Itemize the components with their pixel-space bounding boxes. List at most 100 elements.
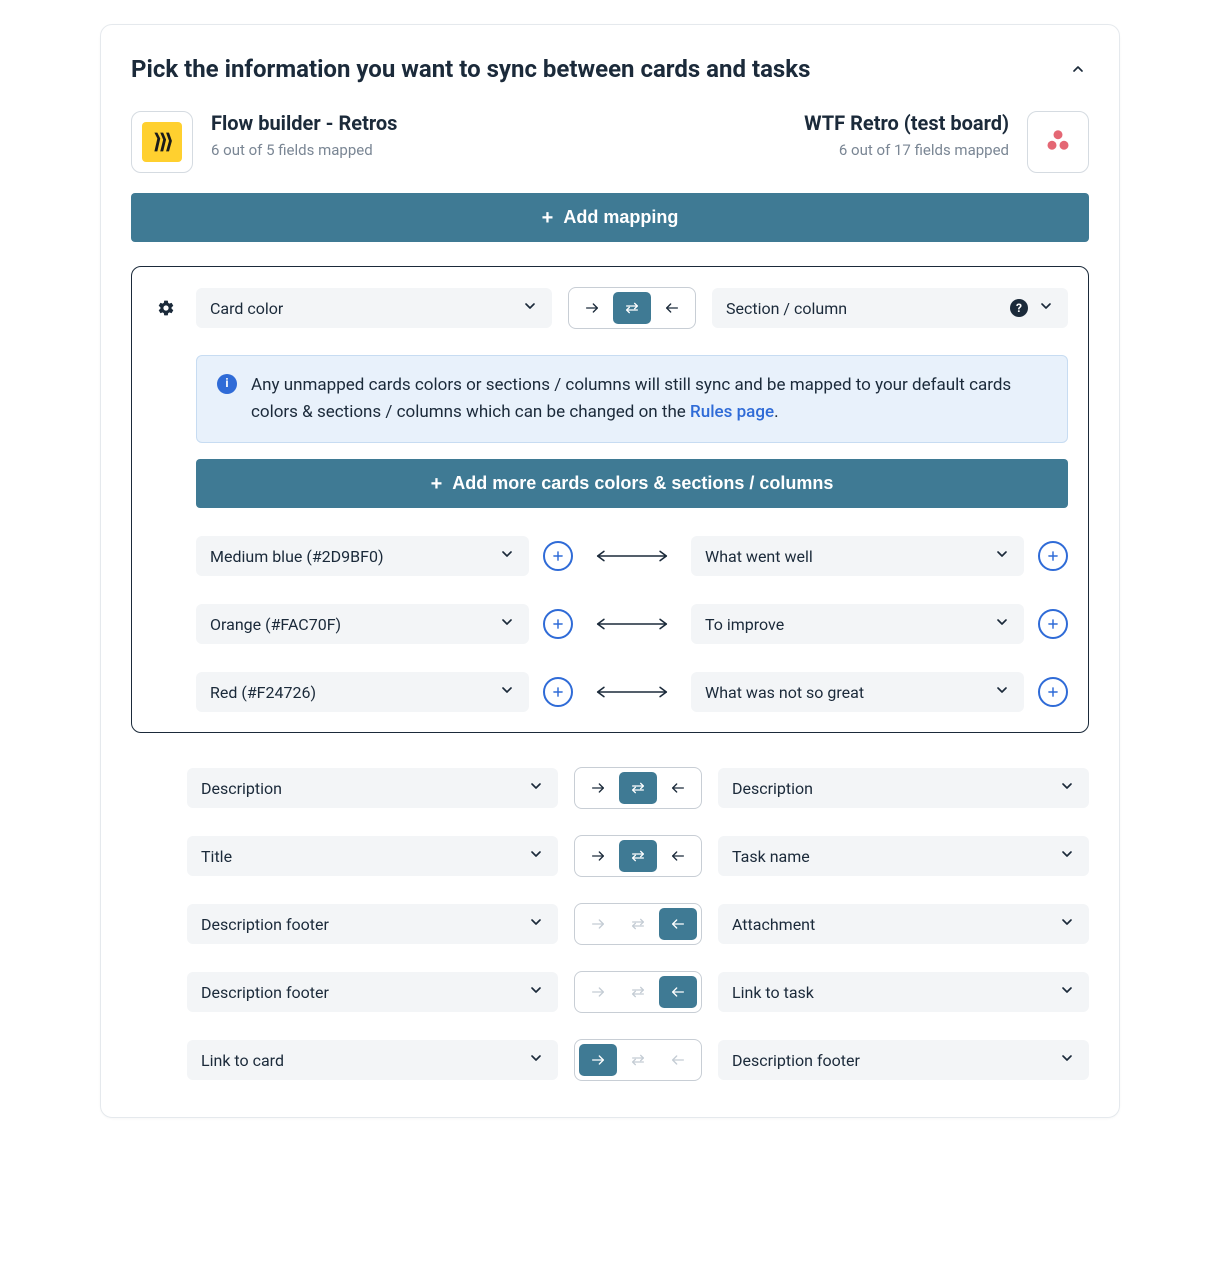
- color-right-field[interactable]: To improve: [691, 604, 1024, 644]
- color-mapping-rows: Medium blue (#2D9BF0) What went well Orang…: [152, 536, 1068, 712]
- plus-icon: +: [431, 474, 443, 494]
- add-more-colors-label: Add more cards colors & sections / colum…: [452, 473, 833, 494]
- add-mapping-label: Add mapping: [563, 207, 678, 228]
- chevron-down-icon: [522, 298, 538, 318]
- add-left-value[interactable]: [543, 609, 573, 639]
- page-title: Pick the information you want to sync be…: [131, 55, 810, 83]
- chevron-down-icon: [994, 682, 1010, 702]
- add-right-value[interactable]: [1038, 677, 1068, 707]
- panel-left-field[interactable]: Card color: [196, 288, 552, 328]
- direction-to-right[interactable]: [579, 976, 617, 1008]
- title-row: Pick the information you want to sync be…: [131, 55, 1089, 83]
- direction-switch: [574, 835, 702, 877]
- direction-switch: [574, 767, 702, 809]
- bidirectional-arrow-icon: [587, 549, 677, 563]
- chevron-down-icon: [994, 546, 1010, 566]
- mapping-left-field[interactable]: Title: [187, 836, 558, 876]
- right-app-name: WTF Retro (test board): [804, 111, 1009, 135]
- info-text: Any unmapped cards colors or sections / …: [251, 372, 1047, 426]
- color-left-field[interactable]: Medium blue (#2D9BF0): [196, 536, 529, 576]
- direction-from-right[interactable]: [659, 1044, 697, 1076]
- bidirectional-arrow-icon: [587, 617, 677, 631]
- field-mapping-row: Link to card Description footer: [187, 1039, 1089, 1081]
- gear-icon[interactable]: [152, 299, 180, 317]
- mapping-right-field[interactable]: Description: [718, 768, 1089, 808]
- mapping-right-field[interactable]: Link to task: [718, 972, 1089, 1012]
- chevron-down-icon: [528, 1050, 544, 1070]
- direction-to-right[interactable]: [573, 292, 611, 324]
- chevron-down-icon: [528, 982, 544, 1002]
- chevron-down-icon: [499, 682, 515, 702]
- field-mapping-row: Description footer Attachment: [187, 903, 1089, 945]
- mapping-right-field[interactable]: Task name: [718, 836, 1089, 876]
- chevron-down-icon: [528, 914, 544, 934]
- color-mapping-row: Red (#F24726) What was not so great: [196, 672, 1068, 712]
- panel-right-field-label: Section / column: [726, 299, 847, 318]
- field-mapping-row: Title Task name: [187, 835, 1089, 877]
- panel-right-field[interactable]: Section / column ?: [712, 288, 1068, 328]
- chevron-down-icon: [528, 846, 544, 866]
- mapping-left-field[interactable]: Description footer: [187, 904, 558, 944]
- chevron-down-icon: [499, 614, 515, 634]
- field-mapping-row: Description footer Link to task: [187, 971, 1089, 1013]
- add-more-colors-button[interactable]: + Add more cards colors & sections / col…: [196, 459, 1068, 508]
- mapping-right-field[interactable]: Attachment: [718, 904, 1089, 944]
- help-icon[interactable]: ?: [1010, 299, 1028, 317]
- add-right-value[interactable]: [1038, 609, 1068, 639]
- chevron-down-icon: [994, 614, 1010, 634]
- color-mapping-row: Medium blue (#2D9BF0) What went well: [196, 536, 1068, 576]
- direction-both[interactable]: [619, 976, 657, 1008]
- right-app: WTF Retro (test board) 6 out of 17 field…: [804, 111, 1089, 173]
- mapping-right-field[interactable]: Description footer: [718, 1040, 1089, 1080]
- info-box: i Any unmapped cards colors or sections …: [196, 355, 1068, 443]
- field-mapping-rows: Description Description Title Task name De…: [131, 755, 1089, 1081]
- panel-left-field-label: Card color: [210, 299, 283, 318]
- bidirectional-arrow-icon: [587, 685, 677, 699]
- chevron-down-icon: [1059, 846, 1075, 866]
- chevron-down-icon: [1059, 778, 1075, 798]
- add-right-value[interactable]: [1038, 541, 1068, 571]
- apps-header: Flow builder - Retros 6 out of 5 fields …: [131, 111, 1089, 173]
- direction-both[interactable]: [619, 772, 657, 804]
- color-left-field[interactable]: Orange (#FAC70F): [196, 604, 529, 644]
- collapse-toggle[interactable]: [1067, 58, 1089, 80]
- direction-to-right[interactable]: [579, 772, 617, 804]
- direction-from-right[interactable]: [659, 976, 697, 1008]
- rules-page-link[interactable]: Rules page: [690, 402, 774, 422]
- add-mapping-button[interactable]: + Add mapping: [131, 193, 1089, 242]
- mapping-left-field[interactable]: Description footer: [187, 972, 558, 1012]
- color-right-field[interactable]: What was not so great: [691, 672, 1024, 712]
- direction-from-right[interactable]: [653, 292, 691, 324]
- color-left-field[interactable]: Red (#F24726): [196, 672, 529, 712]
- chevron-down-icon: [1038, 298, 1054, 318]
- direction-from-right[interactable]: [659, 908, 697, 940]
- add-left-value[interactable]: [543, 541, 573, 571]
- direction-to-right[interactable]: [579, 840, 617, 872]
- mapping-left-field[interactable]: Description: [187, 768, 558, 808]
- sync-config-card: Pick the information you want to sync be…: [100, 24, 1120, 1118]
- mapping-left-field[interactable]: Link to card: [187, 1040, 558, 1080]
- chevron-down-icon: [1059, 914, 1075, 934]
- direction-from-right[interactable]: [659, 840, 697, 872]
- direction-both[interactable]: [613, 292, 651, 324]
- right-app-sub: 6 out of 17 fields mapped: [804, 141, 1009, 159]
- direction-switch: [574, 971, 702, 1013]
- add-left-value[interactable]: [543, 677, 573, 707]
- asana-icon: [1027, 111, 1089, 173]
- direction-both[interactable]: [619, 908, 657, 940]
- direction-to-right[interactable]: [579, 908, 617, 940]
- direction-switch: [574, 1039, 702, 1081]
- chevron-down-icon: [499, 546, 515, 566]
- direction-both[interactable]: [619, 1044, 657, 1076]
- direction-switch: [568, 287, 696, 329]
- color-right-field[interactable]: What went well: [691, 536, 1024, 576]
- direction-switch: [574, 903, 702, 945]
- direction-from-right[interactable]: [659, 772, 697, 804]
- info-icon: i: [217, 374, 237, 394]
- direction-both[interactable]: [619, 840, 657, 872]
- right-app-meta: WTF Retro (test board) 6 out of 17 field…: [804, 111, 1009, 159]
- direction-to-right[interactable]: [579, 1044, 617, 1076]
- chevron-down-icon: [1059, 982, 1075, 1002]
- panel-header: Card color Section / column ?: [152, 287, 1068, 329]
- field-mapping-row: Description Description: [187, 767, 1089, 809]
